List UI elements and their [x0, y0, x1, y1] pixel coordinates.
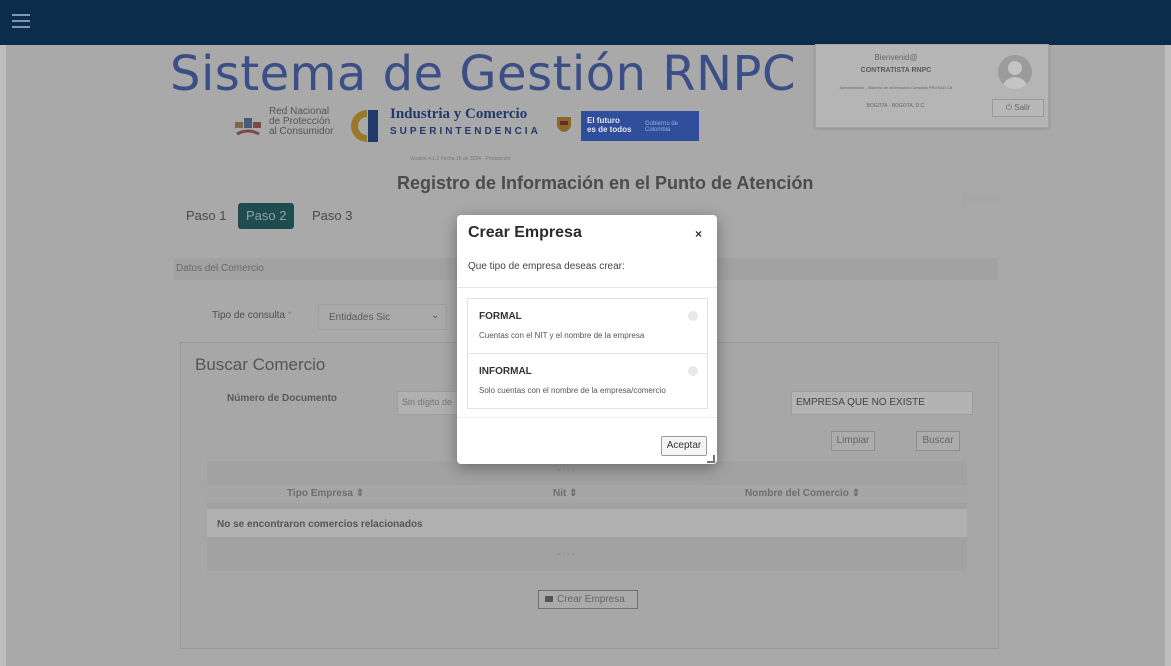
- option-formal-radio[interactable]: [688, 311, 698, 321]
- pager-bottom[interactable]: « ‹ › »: [557, 551, 657, 563]
- table-row: No se encontraron comercios relacionados: [207, 509, 967, 537]
- gov-logo-line1: El futuro: [587, 116, 620, 125]
- version-text: Versión 4.1.2 Fecha 16 de 2024 - Producc…: [410, 156, 511, 162]
- tipo-consulta-text: Tipo de consulta: [212, 310, 286, 321]
- tab-paso-1[interactable]: Paso 1: [178, 203, 234, 229]
- empty-message: No se encontraron comercios relacionados: [217, 519, 423, 530]
- required-marker: *: [287, 310, 292, 321]
- rnpc-logo-line3: al Consumidor: [269, 126, 334, 137]
- option-formal[interactable]: FORMAL Cuentas con el NIT y el nombre de…: [467, 298, 708, 354]
- user-detail: Administrador - Sistema de Información C…: [839, 85, 953, 90]
- numdoc-input[interactable]: Sin dígito de: [397, 391, 459, 415]
- sic-logo: Industria y Comercio SUPERINTENDENCIA: [350, 104, 545, 148]
- user-panel: Bienvenid@ CONTRATISTA RNPC Administrado…: [815, 44, 1049, 128]
- column-header-tipo[interactable]: Tipo Empresa ⇕: [287, 488, 364, 499]
- logout-button[interactable]: ⏻ Salir: [992, 99, 1044, 117]
- sic-logo-line1: Industria y Comercio: [390, 106, 528, 122]
- folder-icon: [545, 596, 553, 603]
- numdoc-placeholder: Sin dígito de: [402, 397, 453, 407]
- option-informal-radio[interactable]: [688, 366, 698, 376]
- empresa-name-input[interactable]: EMPRESA QUE NO EXISTE: [791, 391, 973, 415]
- gov-logo-line3: Gobierno de Colombia: [645, 121, 679, 133]
- gov-logo-line2: es de todos: [587, 125, 632, 134]
- app-root: Sistema de Gestión RNPC Red Nacional de …: [0, 0, 1171, 666]
- avatar: [998, 55, 1032, 89]
- tipo-consulta-value: Entidades Sic: [329, 312, 391, 323]
- chevron-down-icon: ⌄: [431, 310, 440, 321]
- tipo-consulta-select[interactable]: Entidades Sic ⌄: [318, 304, 447, 330]
- option-informal-desc: Solo cuentas con el nombre de la empresa…: [479, 386, 666, 395]
- search-button[interactable]: Buscar: [916, 431, 960, 451]
- modal-question: Que tipo de empresa deseas crear:: [468, 261, 625, 272]
- modal-title: Crear Empresa: [468, 224, 582, 241]
- top-navbar: [0, 0, 1171, 45]
- user-welcome: Bienvenid@: [874, 53, 918, 62]
- option-formal-desc: Cuentas con el NIT y el nombre de la emp…: [479, 331, 645, 340]
- page-subtitle: Registro de Información en el Punto de A…: [397, 173, 814, 193]
- sic-logo-line2: SUPERINTENDENCIA: [390, 126, 541, 137]
- empresa-name-value: EMPRESA QUE NO EXISTE: [796, 397, 925, 408]
- tipo-consulta-label: Tipo de consulta *: [212, 310, 292, 321]
- power-icon: ⏻: [1005, 103, 1015, 112]
- rnpc-logo: Red Nacional de Protección al Consumidor: [233, 104, 341, 148]
- rnpc-logo-icon: [235, 118, 261, 136]
- hamburger-menu-icon[interactable]: [12, 14, 30, 28]
- option-informal[interactable]: INFORMAL Solo cuentas con el nombre de l…: [467, 353, 708, 409]
- pager-top[interactable]: « ‹ › »: [557, 467, 657, 479]
- search-panel-title: Buscar Comercio: [195, 355, 326, 374]
- column-header-nit[interactable]: Nit ⇕: [553, 488, 578, 499]
- option-formal-name: FORMAL: [479, 311, 522, 322]
- clear-button[interactable]: Limpiar: [831, 431, 875, 451]
- section-title: Datos del Comercio: [176, 263, 264, 274]
- option-informal-name: INFORMAL: [479, 366, 532, 377]
- results-table: « ‹ › » Tipo Empresa ⇕ Nit ⇕ Nombre del …: [207, 461, 967, 571]
- gov-logo-banner: El futuro es de todos Gobierno de Colomb…: [581, 111, 699, 141]
- app-title: Sistema de Gestión RNPC: [170, 46, 797, 102]
- numdoc-label: Número de Documento: [227, 393, 338, 404]
- gov-logo: El futuro es de todos Gobierno de Colomb…: [555, 107, 700, 143]
- resize-handle-icon[interactable]: [707, 455, 715, 463]
- logos-row: Red Nacional de Protección al Consumidor…: [233, 104, 703, 150]
- toggle-button[interactable]: [962, 193, 1000, 205]
- user-role: CONTRATISTA RNPC: [860, 67, 932, 74]
- table-header: Tipo Empresa ⇕ Nit ⇕ Nombre del Comercio…: [207, 485, 967, 503]
- tab-paso-2[interactable]: Paso 2: [238, 203, 295, 229]
- create-company-modal: Crear Empresa × Que tipo de empresa dese…: [457, 215, 717, 464]
- modal-divider: [457, 287, 717, 288]
- modal-footer-divider: [457, 417, 717, 418]
- create-company-label: Crear Empresa: [557, 594, 625, 605]
- column-header-nombre[interactable]: Nombre del Comercio ⇕: [745, 488, 860, 499]
- logout-label: Salir: [1014, 103, 1031, 112]
- user-location: BOGOTA - BOGOTA, D.C.: [866, 103, 926, 109]
- close-icon[interactable]: ×: [695, 227, 702, 241]
- accept-button[interactable]: Aceptar: [661, 436, 707, 456]
- tab-paso-3[interactable]: Paso 3: [304, 203, 360, 229]
- sic-logo-icon: [351, 110, 378, 142]
- create-company-button[interactable]: Crear Empresa: [538, 590, 638, 609]
- colombia-crest-icon: [557, 117, 571, 132]
